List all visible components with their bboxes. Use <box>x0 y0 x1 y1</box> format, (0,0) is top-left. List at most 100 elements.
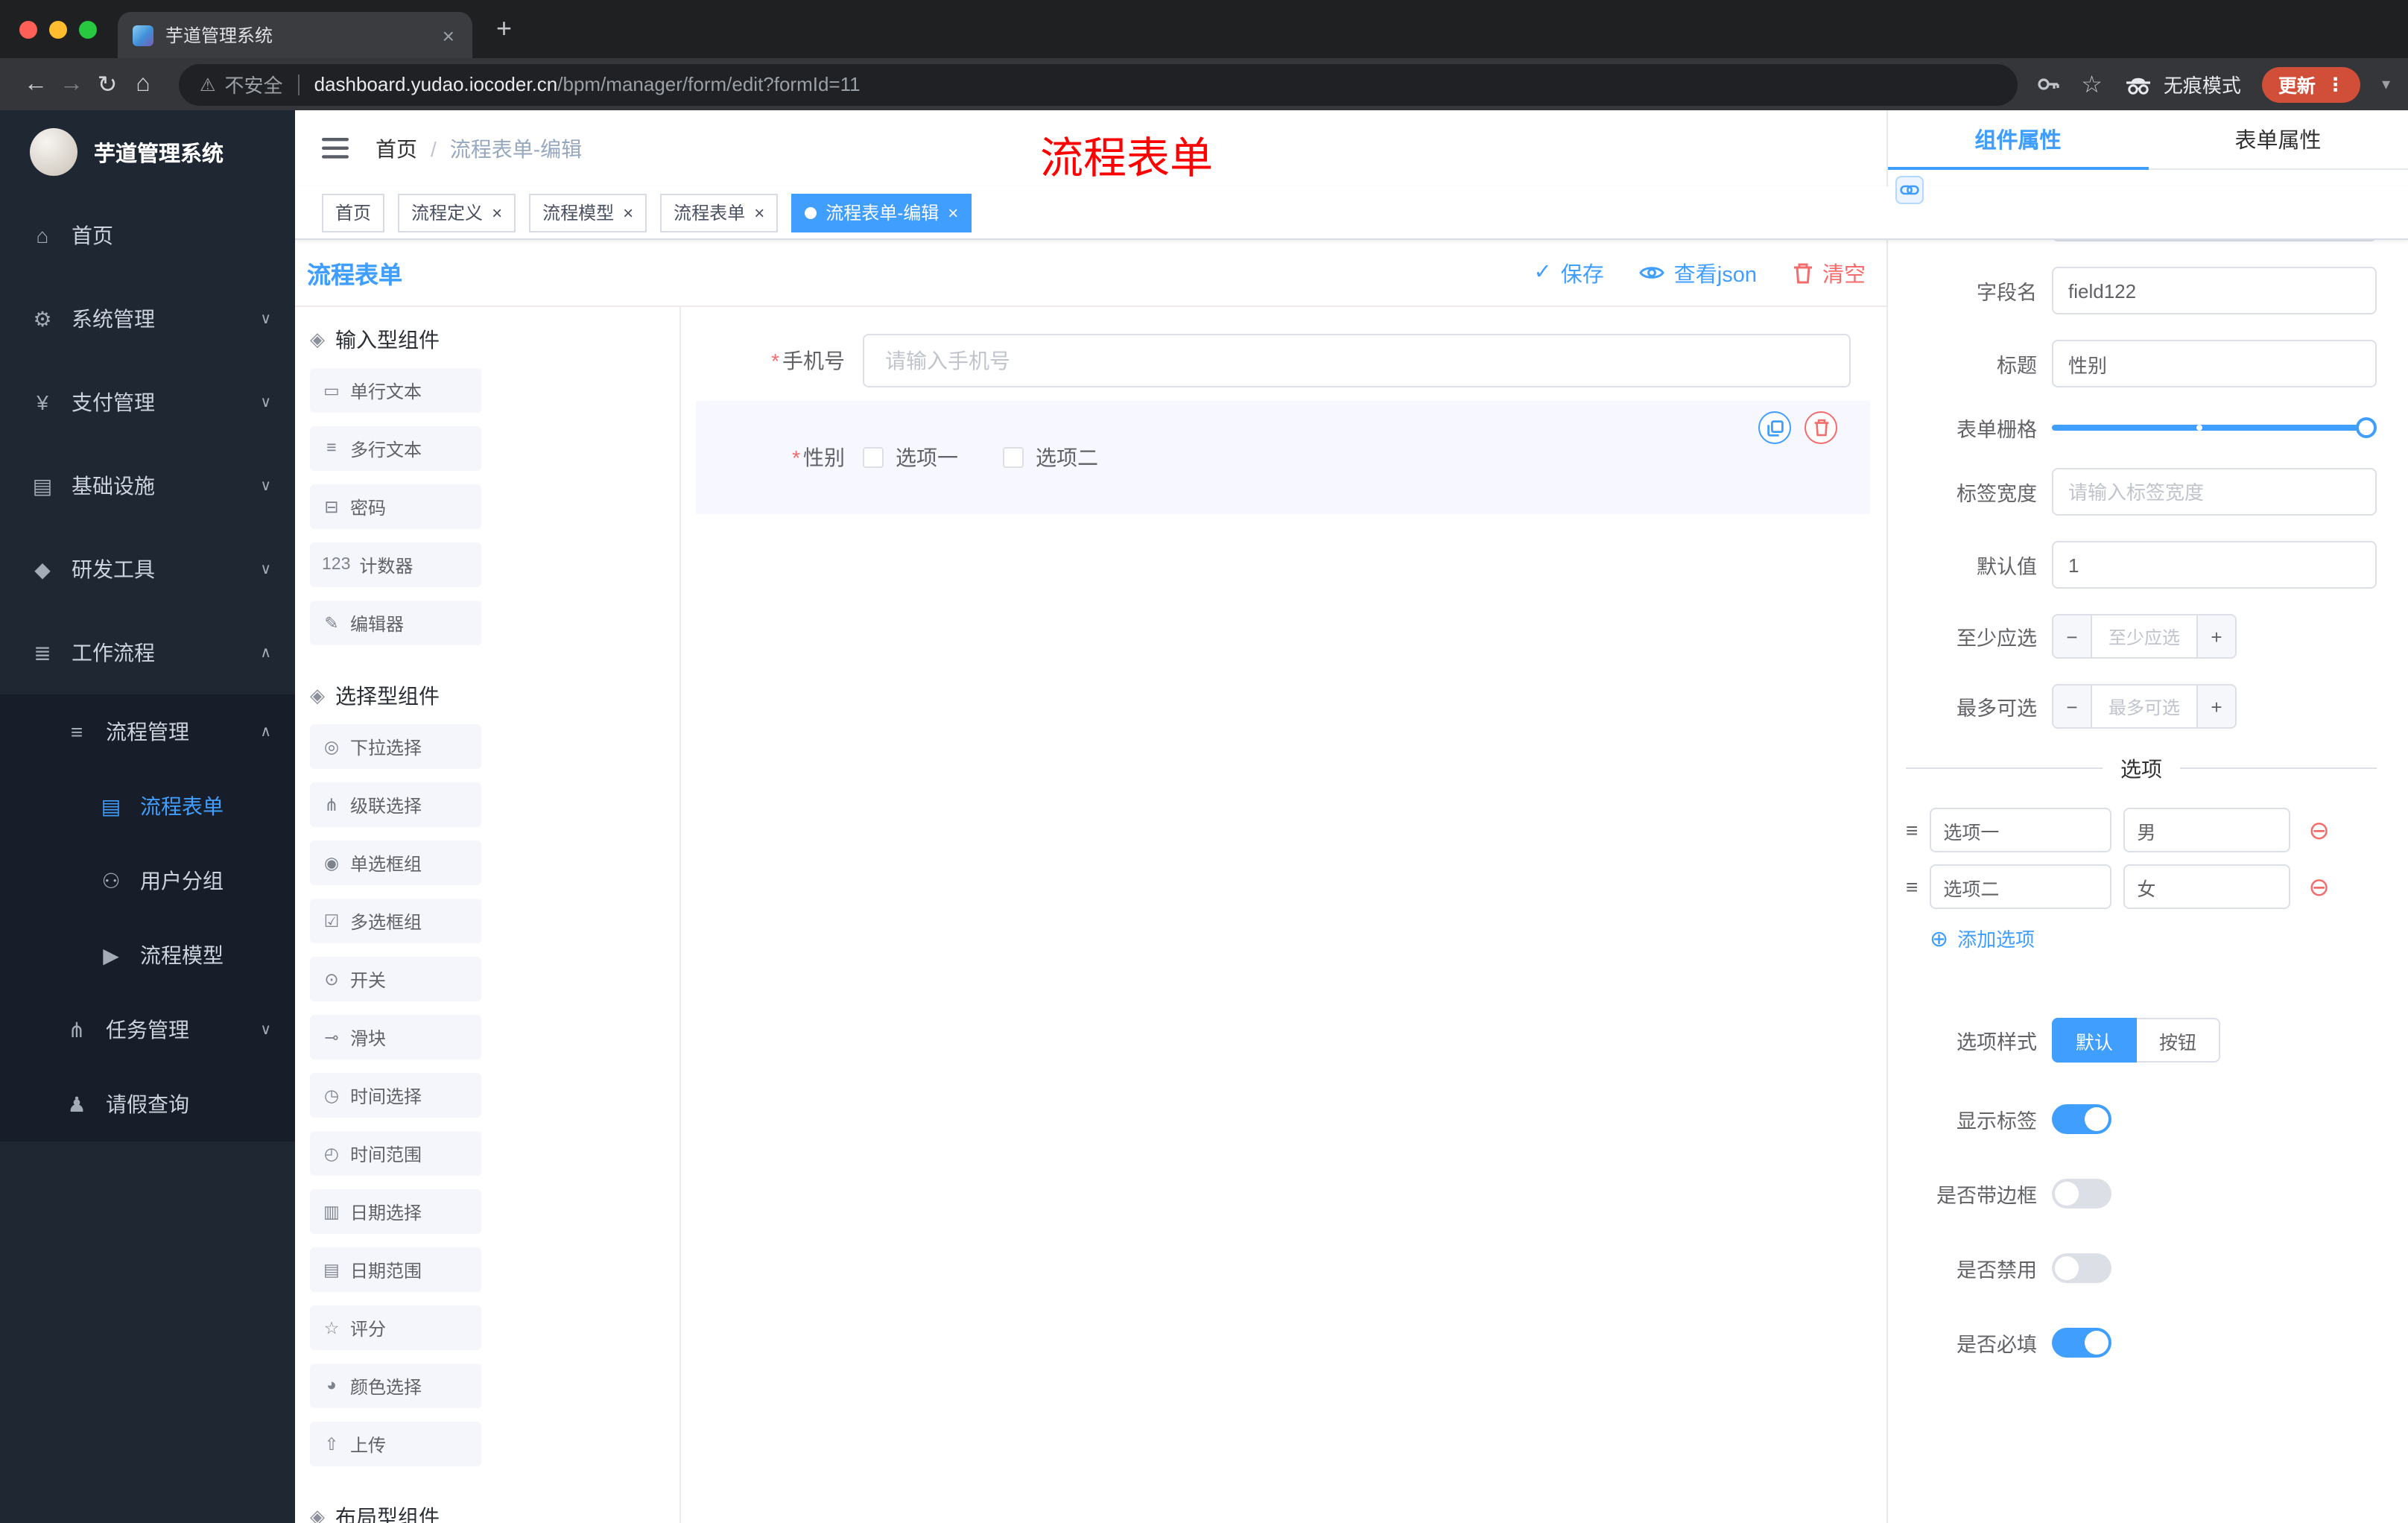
security-label[interactable]: 不安全 <box>225 70 283 98</box>
checkbox-icon[interactable] <box>863 447 884 468</box>
bookmark-star-icon[interactable]: ☆ <box>2081 69 2103 99</box>
password-key-icon[interactable] <box>2035 72 2060 97</box>
palette-component[interactable]: ▤ 日期范围 <box>310 1247 481 1292</box>
window-close-button[interactable] <box>19 20 37 38</box>
minus-icon[interactable]: − <box>2053 685 2092 727</box>
tag-process-form[interactable]: 流程表单 × <box>660 193 779 232</box>
option-value-input[interactable] <box>2123 808 2291 852</box>
browser-tab[interactable]: 芋道管理系统 × <box>118 12 472 58</box>
sidebar-item-task-management[interactable]: ⋔ 任务管理 ∨ <box>0 992 295 1067</box>
palette-component[interactable]: ▭ 单行文本 <box>310 368 481 413</box>
drag-handle-icon[interactable]: ≡ <box>1906 818 1918 842</box>
drag-handle-icon[interactable]: ≡ <box>1906 875 1918 899</box>
forward-icon[interactable]: → <box>54 71 89 98</box>
sidebar-item-leave-query[interactable]: ♟ 请假查询 <box>0 1067 295 1142</box>
new-tab-button[interactable]: + <box>496 13 512 45</box>
sidebar-item-home[interactable]: ⌂ 首页 <box>0 194 295 277</box>
home-icon[interactable]: ⌂ <box>125 71 161 98</box>
sidebar-item-user-group[interactable]: ⚇ 用户分组 <box>0 843 295 918</box>
sidebar-item-payment[interactable]: ¥ 支付管理 ∨ <box>0 361 295 444</box>
reload-icon[interactable]: ↻ <box>89 69 125 99</box>
default-value-label: 默认值 <box>1977 556 2037 578</box>
default-value-input[interactable] <box>2052 541 2377 589</box>
toggle-switch[interactable] <box>2052 1328 2111 1358</box>
tab-close-icon[interactable]: × <box>440 23 457 47</box>
palette-component[interactable]: ⊟ 密码 <box>310 484 481 529</box>
close-icon[interactable]: × <box>948 202 958 223</box>
gender-checkbox-option[interactable]: 选项一 <box>863 443 958 472</box>
close-icon[interactable]: × <box>754 202 764 223</box>
sidebar-item-workflow[interactable]: ≣ 工作流程 ∧ <box>0 611 295 694</box>
minus-icon[interactable]: − <box>2053 615 2092 657</box>
palette-component[interactable]: ◉ 单选框组 <box>310 840 481 885</box>
gender-checkbox-option[interactable]: 选项二 <box>1003 443 1098 472</box>
save-button[interactable]: ✓ 保存 <box>1533 257 1603 288</box>
palette-component[interactable]: ⋔ 级联选择 <box>310 782 481 827</box>
option-label-input[interactable] <box>1930 864 2112 909</box>
palette-component[interactable]: ◎ 下拉选择 <box>310 724 481 769</box>
phone-input[interactable] <box>863 334 1851 387</box>
chevron-down-icon: ∨ <box>260 561 271 577</box>
toggle-switch[interactable] <box>2052 1253 2111 1283</box>
field-name-input[interactable] <box>2052 267 2377 314</box>
palette-component[interactable]: ✎ 编辑器 <box>310 601 481 645</box>
window-minimize-button[interactable] <box>49 20 67 38</box>
option-value-input[interactable] <box>2123 864 2291 909</box>
grid-slider[interactable] <box>2052 417 2377 438</box>
clear-button[interactable]: 清空 <box>1793 257 1866 288</box>
sidebar-item-infrastructure[interactable]: ▤ 基础设施 ∨ <box>0 444 295 528</box>
sidebar-item-process-form[interactable]: ▤ 流程表单 <box>0 769 295 843</box>
browser-menu-dots-icon[interactable]: ⋮ <box>2326 73 2345 95</box>
palette-component[interactable]: ◕ 颜色选择 <box>310 1364 481 1408</box>
delete-component-button[interactable] <box>1805 411 1837 444</box>
breadcrumb-home[interactable]: 首页 <box>376 133 417 163</box>
palette-component[interactable]: ☑ 多选框组 <box>310 899 481 943</box>
style-button-button[interactable]: 按钮 <box>2137 1018 2221 1063</box>
chevron-down-icon[interactable]: ▾ <box>2382 75 2390 94</box>
palette-component[interactable]: ◴ 时间范围 <box>310 1131 481 1176</box>
plus-icon[interactable]: + <box>2196 685 2235 727</box>
palette-component[interactable]: ▥ 日期选择 <box>310 1189 481 1234</box>
close-icon[interactable]: × <box>492 202 502 223</box>
palette-component[interactable]: ◷ 时间选择 <box>310 1073 481 1118</box>
style-default-button[interactable]: 默认 <box>2052 1018 2138 1063</box>
copy-component-button[interactable] <box>1758 411 1791 444</box>
toggle-switch[interactable] <box>2052 1179 2111 1209</box>
phone-field-row[interactable]: * 手机号 <box>696 334 1886 387</box>
tab-component-props[interactable]: 组件属性 <box>1888 110 2148 170</box>
sidebar-item-process-management[interactable]: ≡ 流程管理 ∧ <box>0 694 295 769</box>
toggle-switch[interactable] <box>2052 1104 2111 1134</box>
window-zoom-button[interactable] <box>79 20 97 38</box>
title-input[interactable] <box>2052 340 2377 387</box>
address-bar[interactable]: ⚠ 不安全 dashboard.yudao.iocoder.cn/bpm/man… <box>179 63 2018 105</box>
palette-component[interactable]: 123 计数器 <box>310 542 481 587</box>
sidebar-item-system[interactable]: ⚙ 系统管理 ∨ <box>0 277 295 361</box>
hamburger-icon[interactable] <box>322 137 349 159</box>
remove-option-icon[interactable]: ⊖ <box>2308 817 2330 843</box>
link-icon[interactable] <box>1895 176 1924 204</box>
sidebar-item-devtools[interactable]: ◆ 研发工具 ∨ <box>0 528 295 611</box>
slider-handle[interactable] <box>2356 417 2377 438</box>
tag-home[interactable]: 首页 <box>322 193 385 232</box>
plus-icon[interactable]: + <box>2196 615 2235 657</box>
label-width-input[interactable] <box>2052 468 2377 516</box>
update-button[interactable]: 更新 ⋮ <box>2261 66 2361 102</box>
remove-option-icon[interactable]: ⊖ <box>2308 874 2330 899</box>
palette-component[interactable]: ≡ 多行文本 <box>310 426 481 471</box>
view-json-button[interactable]: 查看json <box>1640 257 1757 288</box>
option-label-input[interactable] <box>1930 808 2112 852</box>
tag-process-model[interactable]: 流程模型 × <box>529 193 647 232</box>
palette-component[interactable]: ⊸ 滑块 <box>310 1015 481 1060</box>
add-option-button[interactable]: ⊕ 添加选项 <box>1930 924 2377 952</box>
back-icon[interactable]: ← <box>18 71 54 98</box>
tab-form-props[interactable]: 表单属性 <box>2148 110 2408 168</box>
gender-field-selected[interactable]: * 性别 选项一 选项二 <box>696 401 1870 514</box>
close-icon[interactable]: × <box>623 202 633 223</box>
sidebar-item-process-model[interactable]: ▶ 流程模型 <box>0 918 295 992</box>
palette-component[interactable]: ⊙ 开关 <box>310 957 481 1001</box>
tag-process-form-edit[interactable]: 流程表单-编辑 × <box>791 193 972 232</box>
tag-process-definition[interactable]: 流程定义 × <box>398 193 516 232</box>
palette-component[interactable]: ☆ 评分 <box>310 1305 481 1350</box>
palette-component[interactable]: ⇧ 上传 <box>310 1422 481 1466</box>
checkbox-icon[interactable] <box>1003 447 1024 468</box>
